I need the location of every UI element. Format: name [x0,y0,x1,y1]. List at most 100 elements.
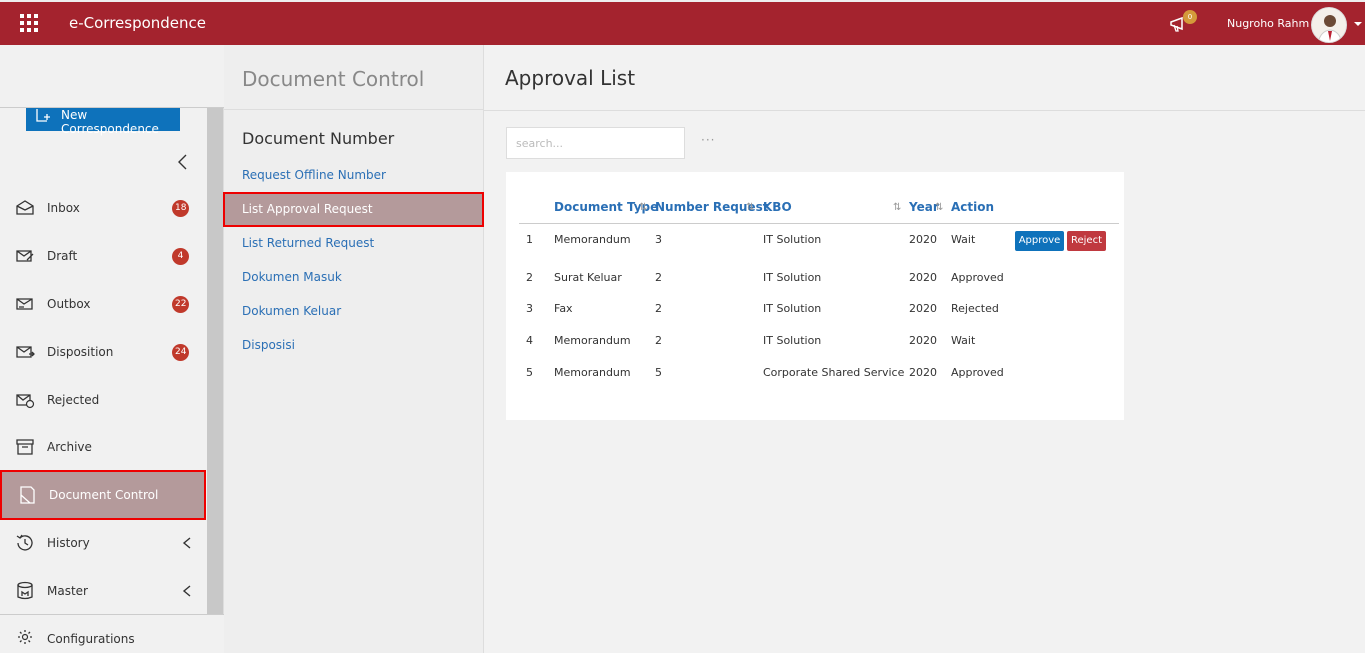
user-menu-caret-icon[interactable] [1354,22,1362,26]
panel-header: Document Control [224,45,484,110]
cell-year: 2020 [909,366,937,379]
master-chevron-left-icon [182,585,191,597]
master-icon [17,581,33,600]
document-control-panel: Document Control Document Number Request… [223,45,484,653]
sidebar-item-draft[interactable]: Draft 4 [0,233,206,279]
draft-icon [16,250,34,262]
app-title[interactable]: e-Correspondence [69,14,206,32]
cell-document-type: Memorandum [554,334,631,347]
sidebar-item-rejected[interactable]: Rejected [0,377,206,423]
document-control-icon [20,486,35,504]
sidebar-item-label: Rejected [47,393,100,407]
sidebar-item-label: Document Control [49,488,159,502]
outbox-count-badge: 22 [172,296,190,313]
row-number: 1 [526,233,533,246]
sidebar-item-label: Inbox [47,201,80,215]
sort-icon[interactable]: ⇅ [746,202,754,213]
cell-number-request: 2 [655,302,662,315]
cell-document-type: Memorandum [554,366,631,379]
cell-year: 2020 [909,334,937,347]
sidebar-item-master[interactable]: Master [0,568,206,614]
history-chevron-left-icon [182,537,191,549]
sidebar-item-archive[interactable]: Archive [0,424,206,470]
cell-kbo: IT Solution [763,233,822,246]
archive-icon [16,439,34,455]
apps-grid-icon[interactable] [20,14,38,32]
disposition-count-badge: 24 [172,344,190,361]
cell-document-type: Surat Keluar [554,271,622,284]
row-number: 4 [526,334,533,347]
cell-status: Wait [951,233,976,246]
panel-title: Document Control [242,67,425,91]
history-icon [16,534,33,551]
sidebar-item-label: Outbox [47,297,91,311]
panel-subtitle: Document Number [242,129,395,148]
reject-button[interactable]: Reject [1067,231,1106,251]
inbox-count-badge: 18 [172,200,190,217]
link-list-returned-request[interactable]: List Returned Request [242,236,374,250]
cell-status: Wait [951,334,976,347]
cell-document-type: Memorandum [554,233,631,246]
avatar[interactable] [1311,7,1347,43]
new-correspondence-label: New Correspondence [61,108,159,136]
cell-status: Approved [951,366,1004,379]
row-number: 2 [526,271,533,284]
link-dokumen-masuk[interactable]: Dokumen Masuk [242,270,342,284]
sidebar-header [0,45,224,108]
sidebar-item-history[interactable]: History [0,520,206,566]
cell-status: Rejected [951,302,999,315]
sidebar-item-inbox[interactable]: Inbox 18 [0,185,206,231]
sidebar-item-configurations[interactable]: Configurations [0,614,224,653]
gear-icon [18,630,32,644]
draft-count-badge: 4 [172,248,189,265]
top-bar: e-Correspondence 0 Nugroho Rahm [0,0,1365,45]
search-input[interactable] [506,127,685,159]
cell-kbo: Corporate Shared Service [763,366,905,379]
sidebar-item-label: History [47,536,90,550]
sort-icon[interactable]: ⇅ [639,202,647,213]
outbox-icon [16,298,33,310]
page-title: Approval List [505,66,636,90]
link-request-offline-number[interactable]: Request Offline Number [242,168,386,182]
cell-number-request: 2 [655,271,662,284]
sidebar-item-label: Disposition [47,345,114,359]
sidebar-item-outbox[interactable]: Outbox 22 [0,281,206,327]
notification-badge: 0 [1183,10,1197,24]
cell-year: 2020 [909,302,937,315]
sidebar-item-label: Archive [47,440,92,454]
column-header-action: Action [951,200,995,214]
table-header-divider [519,223,1119,224]
row-number: 5 [526,366,533,379]
inbox-icon [16,200,34,215]
sidebar-item-label: Draft [47,249,78,263]
cell-kbo: IT Solution [763,334,822,347]
cell-year: 2020 [909,233,937,246]
cell-number-request: 2 [655,334,662,347]
cell-number-request: 3 [655,233,662,246]
disposition-icon [16,346,35,358]
user-name[interactable]: Nugroho Rahm [1227,17,1309,30]
cell-status: Approved [951,271,1004,284]
rejected-icon [16,394,35,409]
configurations-label: Configurations [47,632,135,646]
new-correspondence-button[interactable]: New Correspondence [26,105,180,136]
link-disposisi[interactable]: Disposisi [242,338,295,352]
cell-document-type: Fax [554,302,573,315]
sort-icon[interactable]: ⇅ [935,202,943,213]
approval-table-card: Document Type ⇅ Number Request ⇅ KBO ⇅ Y… [506,172,1124,420]
sidebar-scrollbar[interactable] [207,108,223,614]
new-document-icon [36,109,50,122]
sidebar-item-disposition[interactable]: Disposition 24 [0,329,206,375]
link-list-approval-request[interactable]: List Approval Request [223,192,484,227]
cell-number-request: 5 [655,366,662,379]
sidebar-item-document-control[interactable]: Document Control [0,470,206,520]
link-dokumen-keluar[interactable]: Dokumen Keluar [242,304,341,318]
more-options-icon[interactable]: ··· [701,133,715,147]
approve-button[interactable]: Approve [1015,231,1064,251]
sort-icon[interactable]: ⇅ [893,202,901,213]
collapse-sidebar-chevron-left-icon[interactable] [176,153,190,171]
column-header-kbo[interactable]: KBO [763,200,792,214]
sidebar: New Correspondence Inbox 18 Draft 4 Outb… [0,45,224,653]
cell-kbo: IT Solution [763,302,822,315]
cell-kbo: IT Solution [763,271,822,284]
